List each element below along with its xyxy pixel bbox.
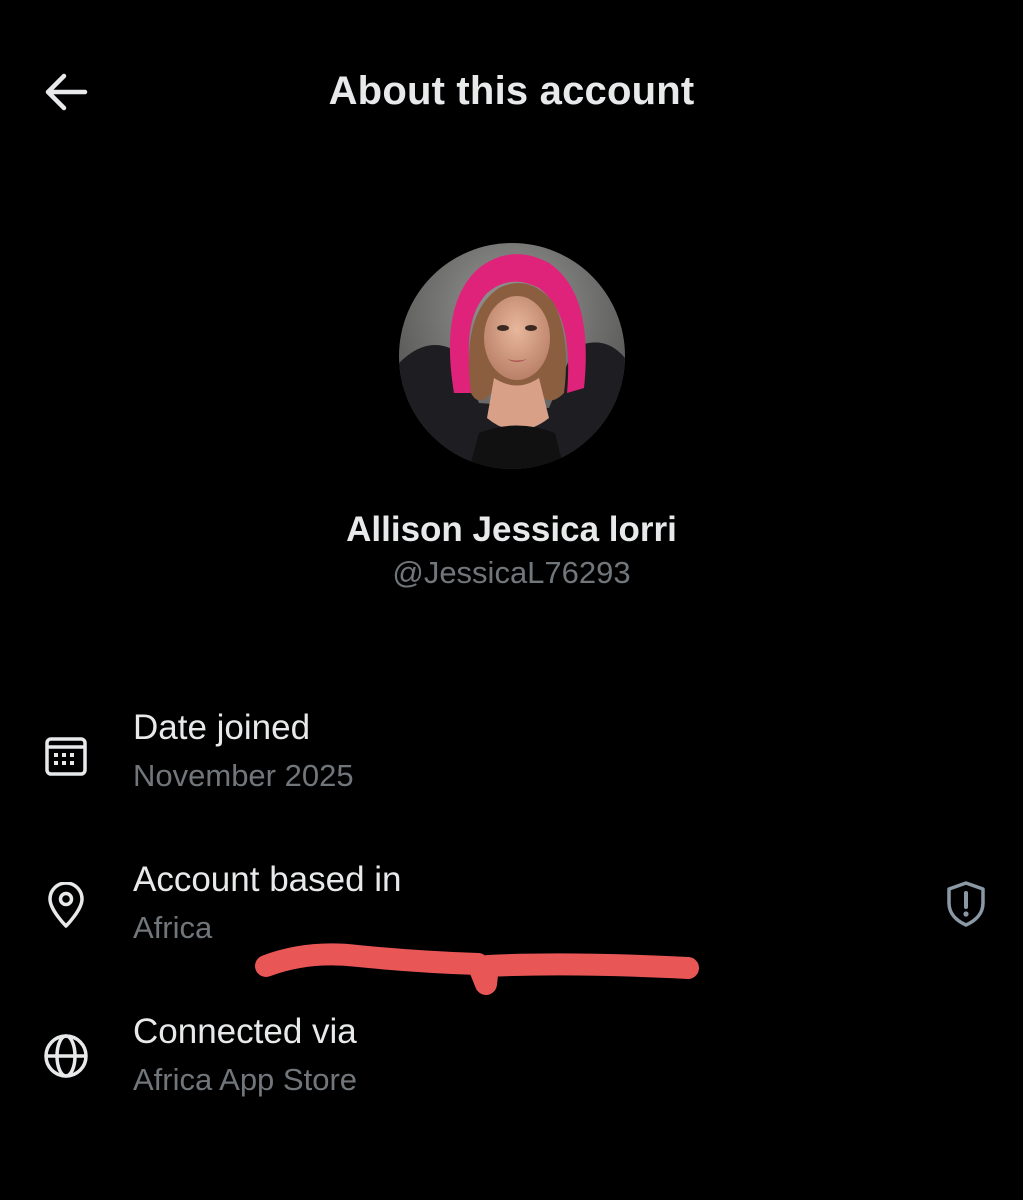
shield-alert-icon[interactable] <box>940 878 992 930</box>
connected-via-value: Africa App Store <box>133 1062 358 1097</box>
avatar[interactable] <box>399 243 625 469</box>
account-based-in-value: Africa <box>133 910 213 945</box>
date-joined-value: November 2025 <box>133 758 354 793</box>
location-pin-icon <box>40 880 92 932</box>
profile-photo <box>399 243 625 469</box>
account-based-in-label: Account based in <box>133 860 402 899</box>
date-joined-label: Date joined <box>133 708 311 747</box>
date-joined-row: Date joined November 2025 <box>0 706 1023 816</box>
display-name: Allison Jessica lorri <box>346 510 677 549</box>
annotation-underline <box>248 940 708 1005</box>
page-title: About this account <box>328 69 695 113</box>
about-account-screen: About this account Allison Jessica lorri… <box>0 0 1023 1200</box>
calendar-icon <box>40 730 92 782</box>
connected-via-row: Connected via Africa App Store <box>0 1010 1023 1120</box>
user-handle: @JessicaL76293 <box>392 555 631 590</box>
connected-via-label: Connected via <box>133 1012 357 1051</box>
globe-icon <box>40 1030 92 1082</box>
